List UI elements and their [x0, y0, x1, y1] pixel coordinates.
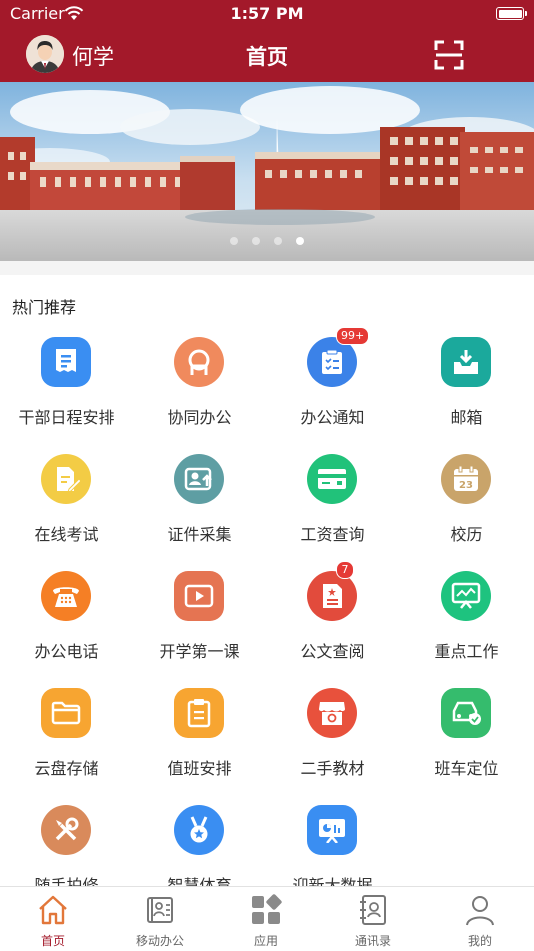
section-title: 热门推荐 — [12, 298, 77, 317]
calendar-icon: 23 — [441, 454, 491, 504]
app-label: 开学第一课 — [159, 642, 240, 661]
salary-card-icon — [307, 454, 357, 504]
medal-icon — [174, 805, 224, 855]
banner-pager[interactable] — [0, 230, 534, 249]
app-label: 在线考试 — [34, 525, 99, 544]
top-nav-bar: 何学 首页 — [0, 28, 534, 82]
tools-icon — [41, 805, 91, 855]
mailbox-icon — [441, 337, 491, 387]
app-label: 重点工作 — [434, 642, 499, 661]
app-first-lesson[interactable]: 开学第一课 — [133, 568, 266, 685]
app-label: 证件采集 — [167, 525, 232, 544]
app-label: 班车定位 — [434, 759, 499, 778]
app-label: 工资查询 — [300, 525, 365, 544]
app-label: 二手教材 — [300, 759, 365, 778]
id-capture-icon — [174, 454, 224, 504]
office-icon — [147, 897, 173, 923]
collab-icon — [174, 337, 224, 387]
app-key-work[interactable]: 重点工作 — [400, 568, 533, 685]
app-duty[interactable]: 值班安排 — [133, 685, 266, 802]
app-id-capture[interactable]: 证件采集 — [133, 451, 266, 568]
app-collab[interactable]: 协同办公 — [133, 334, 266, 451]
unread-badge: 7 — [336, 561, 354, 579]
app-label: 邮箱 — [450, 408, 483, 427]
app-label: 值班安排 — [167, 759, 232, 778]
tab-label: 应用 — [253, 934, 278, 948]
campus-banner[interactable] — [0, 82, 534, 261]
app-calendar[interactable]: 23 校历 — [400, 451, 533, 568]
app-mailbox[interactable]: 邮箱 — [400, 334, 533, 451]
schedule-icon — [41, 337, 91, 387]
apps-icon — [252, 894, 282, 924]
app-label: 公文查阅 — [300, 642, 365, 661]
folder-icon — [41, 688, 91, 738]
tab-label: 移动办公 — [135, 934, 184, 948]
tab-label: 通讯录 — [354, 934, 391, 948]
tab-apps[interactable]: 应用 — [213, 887, 319, 951]
banner-dot[interactable] — [230, 237, 238, 245]
store-icon — [307, 688, 357, 738]
app-label: 办公电话 — [34, 642, 99, 661]
document-icon — [307, 571, 357, 621]
clipboard-icon — [174, 688, 224, 738]
data-screen-icon — [307, 805, 357, 855]
status-bar: Carrier 1:57 PM — [0, 0, 534, 28]
app-label: 校历 — [450, 525, 483, 544]
app-phone[interactable]: 办公电话 — [0, 568, 133, 685]
svg-text:23: 23 — [459, 480, 473, 491]
app-label: 干部日程安排 — [18, 408, 115, 427]
contacts-icon — [360, 895, 386, 925]
banner-dot[interactable] — [274, 237, 282, 245]
app-label: 办公通知 — [300, 408, 365, 427]
tab-profile[interactable]: 我的 — [427, 887, 533, 951]
video-icon — [174, 571, 224, 621]
unread-badge: 99+ — [336, 327, 370, 345]
home-icon — [39, 895, 67, 925]
tab-label: 我的 — [467, 934, 492, 948]
status-time: 1:57 PM — [230, 4, 304, 23]
phone-icon — [41, 571, 91, 621]
app-label: 协同办公 — [167, 408, 232, 427]
bottom-tab-bar: 首页 移动办公 应用 通讯录 我的 — [0, 886, 534, 950]
tab-home[interactable]: 首页 — [0, 887, 106, 951]
profile-icon — [466, 896, 494, 926]
banner-dot-active[interactable] — [296, 237, 304, 245]
exam-icon — [41, 454, 91, 504]
app-notice[interactable]: 99+ 办公通知 — [266, 327, 399, 451]
monitor-icon — [441, 571, 491, 621]
tab-label: 首页 — [40, 934, 65, 948]
app-exam[interactable]: 在线考试 — [0, 451, 133, 568]
tab-contacts[interactable]: 通讯录 — [320, 887, 426, 951]
app-schedule[interactable]: 干部日程安排 — [0, 334, 133, 451]
bus-icon — [441, 688, 491, 738]
battery-icon — [496, 7, 527, 20]
section-divider — [0, 261, 534, 275]
app-cloud-disk[interactable]: 云盘存储 — [0, 685, 133, 802]
app-document[interactable]: 7 公文查阅 — [266, 561, 399, 685]
app-salary[interactable]: 工资查询 — [266, 451, 399, 568]
app-label: 云盘存储 — [34, 759, 99, 778]
scan-icon[interactable] — [434, 40, 464, 70]
tab-mobile-office[interactable]: 移动办公 — [107, 887, 213, 951]
app-used-books[interactable]: 二手教材 — [266, 685, 399, 802]
banner-dot[interactable] — [252, 237, 260, 245]
app-bus-tracking[interactable]: 班车定位 — [400, 685, 533, 802]
